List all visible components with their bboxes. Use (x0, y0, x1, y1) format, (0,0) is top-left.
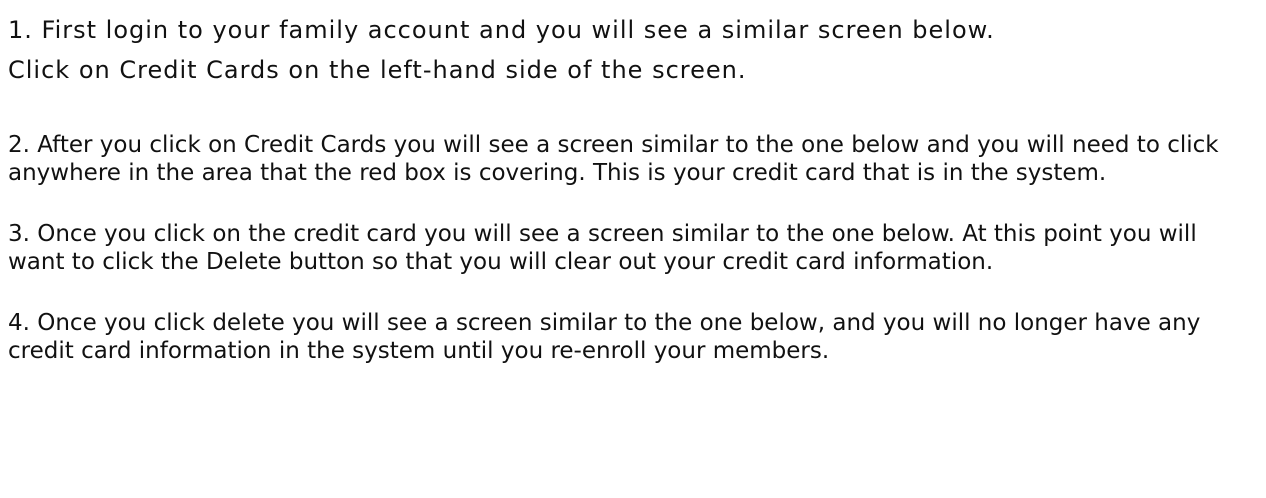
instruction-step-1: 1. First login to your family account an… (8, 0, 1258, 90)
instruction-step-4: 4. Once you click delete you will see a … (8, 310, 1201, 364)
instruction-step-1-line-2: Click on Credit Cards on the left-hand s… (8, 56, 747, 84)
instruction-step-1-line-1: 1. First login to your family account an… (8, 16, 995, 44)
instruction-step-3: 3. Once you click on the credit card you… (8, 221, 1197, 275)
instruction-step-2: 2. After you click on Credit Cards you w… (8, 132, 1219, 186)
instructions-document: 1. First login to your family account an… (8, 0, 1258, 365)
